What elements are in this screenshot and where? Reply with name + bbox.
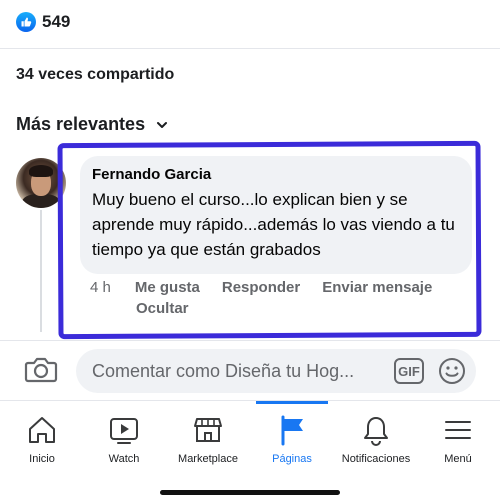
comment-placeholder: Comentar como Diseña tu Hog...	[92, 361, 355, 381]
comment-sort-dropdown[interactable]: Más relevantes	[16, 114, 169, 135]
bottom-tab-bar: Inicio Watch Marketplace Páginas Notific…	[0, 400, 500, 500]
camera-icon[interactable]	[24, 355, 58, 385]
tab-label: Menú	[444, 453, 472, 465]
comment-composer: Comentar como Diseña tu Hog... GIF	[0, 340, 500, 400]
tab-label: Páginas	[272, 453, 312, 465]
share-count[interactable]: 34 veces compartido	[16, 66, 174, 84]
tab-notificaciones[interactable]: Notificaciones	[334, 413, 418, 465]
home-icon	[29, 417, 55, 443]
shop-icon	[194, 418, 222, 442]
comment-input[interactable]: Comentar como Diseña tu Hog... GIF	[76, 349, 476, 393]
home-indicator[interactable]	[160, 490, 340, 495]
tab-label: Marketplace	[178, 453, 238, 465]
thread-line	[40, 210, 42, 332]
like-icon	[16, 12, 36, 32]
chevron-down-icon	[157, 121, 168, 128]
gif-button[interactable]: GIF	[394, 358, 424, 384]
tab-inicio[interactable]: Inicio	[0, 413, 84, 465]
sort-label: Más relevantes	[16, 114, 146, 134]
tab-label: Watch	[108, 453, 140, 465]
avatar-body	[22, 194, 60, 208]
active-tab-indicator	[256, 401, 328, 404]
video-icon	[110, 418, 138, 444]
tab-paginas[interactable]: Páginas	[250, 413, 334, 465]
tab-label: Inicio	[29, 453, 55, 465]
divider	[0, 48, 500, 49]
tab-marketplace[interactable]: Marketplace	[166, 413, 250, 465]
reaction-count: 549	[42, 12, 71, 31]
reactions-summary[interactable]: 549	[16, 12, 70, 32]
flag-icon	[281, 415, 303, 446]
avatar-hair	[29, 165, 53, 177]
tab-label: Notificaciones	[341, 453, 411, 465]
emoji-icon[interactable]	[438, 357, 466, 385]
tab-menu[interactable]: Menú	[416, 413, 500, 465]
menu-icon	[445, 421, 471, 439]
bell-icon	[364, 417, 388, 446]
tab-watch[interactable]: Watch	[82, 413, 166, 465]
annotation-highlight-box	[57, 140, 482, 340]
